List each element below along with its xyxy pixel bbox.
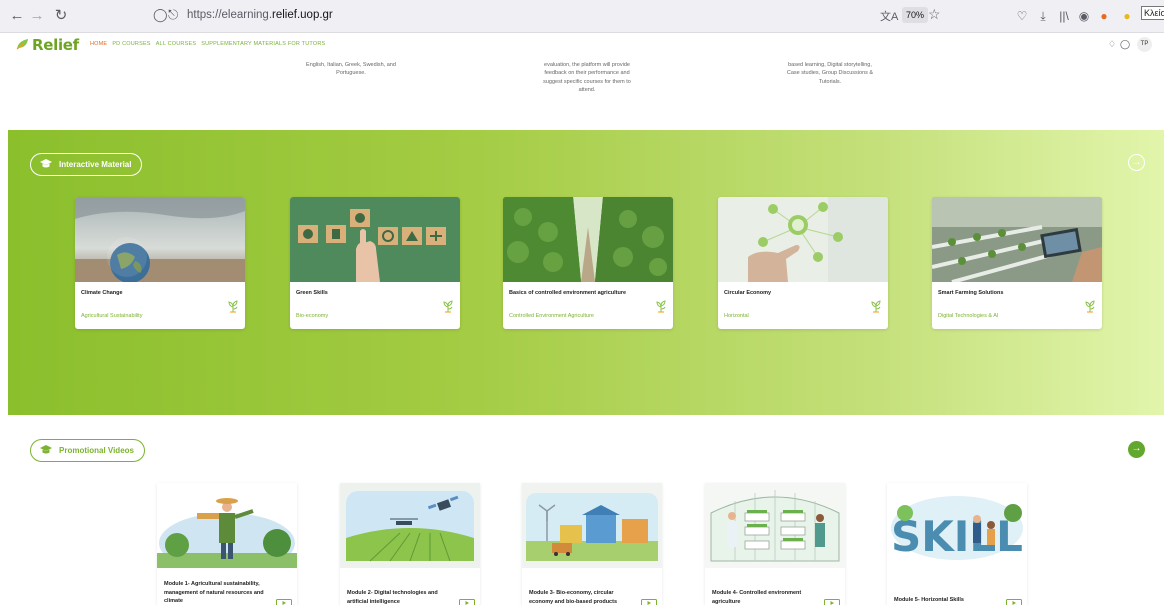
video-thumbnail <box>157 483 297 568</box>
card-category: Digital Technologies & AI <box>938 313 999 319</box>
nav-home[interactable]: HOME <box>90 41 107 47</box>
back-arrow-icon[interactable]: ← <box>8 7 26 25</box>
library-icon[interactable]: ||\ <box>1055 7 1073 25</box>
star-icon[interactable]: ☆ <box>928 6 941 23</box>
card-image-greenhouse <box>503 197 673 282</box>
lock-icon[interactable]: ⎋ <box>168 7 178 23</box>
video-thumbnail <box>522 483 662 568</box>
card-category: Bio-economy <box>296 313 329 319</box>
plant-icon <box>443 300 453 313</box>
video-play-icon[interactable] <box>1006 599 1022 605</box>
pocket-icon[interactable]: ♡ <box>1013 7 1031 25</box>
close-tooltip: Κλείσι <box>1141 6 1164 20</box>
video-thumbnail <box>340 483 480 568</box>
forward-arrow-icon[interactable]: → <box>28 7 46 25</box>
card-image-climate-change <box>75 197 245 282</box>
video-play-icon[interactable] <box>824 599 840 605</box>
card-category: Agricultural Sustainability <box>81 313 143 319</box>
feature-text: based learning, Digital storytelling, Ca… <box>786 62 874 85</box>
arrow-right-circle-icon[interactable]: → <box>1128 441 1145 458</box>
video-thumbnail: SKILL <box>887 483 1027 568</box>
interactive-material-section: Interactive Material → Climate Change Ag… <box>8 130 1164 415</box>
address-bar[interactable]: ◯ ⎋ https://elearning.relief.uop.gr <box>143 4 943 29</box>
card-title: Climate Change <box>81 290 123 296</box>
card-category: Horizontal <box>724 313 749 319</box>
card-title: Green Skills <box>296 290 328 296</box>
browser-toolbar: ← → ↻ ◯ ⎋ https://elearning.relief.uop.g… <box>0 0 1164 33</box>
course-card[interactable]: Green Skills Bio-economy <box>290 197 460 329</box>
graduation-cap-icon <box>40 445 52 454</box>
arrow-right-circle-icon[interactable]: → <box>1128 154 1145 171</box>
feature-text: English, Italian, Greek, Swedish, and Po… <box>306 62 396 77</box>
card-title: Basics of controlled environment agricul… <box>509 290 627 296</box>
video-title: Module 5- Horizontal Skills <box>894 597 964 603</box>
extension-icon[interactable]: ● <box>1095 7 1113 25</box>
interactive-material-heading[interactable]: Interactive Material <box>30 153 143 176</box>
avatar[interactable]: TP <box>1137 37 1152 52</box>
video-play-icon[interactable] <box>276 599 292 605</box>
extension-icon[interactable]: ● <box>1118 7 1136 25</box>
graduation-cap-icon <box>40 159 52 168</box>
translate-icon[interactable]: 文A <box>880 8 898 24</box>
shield-icon[interactable]: ◯ <box>153 7 168 23</box>
video-thumbnail <box>705 483 845 568</box>
nav-supplementary-materials[interactable]: SUPPLEMENTARY MATERIALS FOR TUTORS <box>201 41 325 47</box>
download-icon[interactable]: ⤓ <box>1034 7 1052 25</box>
video-card[interactable]: Module 1- Agricultural sustainability, m… <box>157 483 297 605</box>
site-header: Relief HOME PD COURSES ALL COURSES SUPPL… <box>0 33 1164 58</box>
plant-icon <box>228 300 238 313</box>
chat-icon[interactable]: ◯ <box>1120 39 1130 50</box>
video-title: Module 4- Controlled environment agricul… <box>712 590 802 605</box>
plant-icon <box>871 300 881 313</box>
main-nav: HOME PD COURSES ALL COURSES SUPPLEMENTAR… <box>90 41 325 47</box>
course-card[interactable]: Basics of controlled environment agricul… <box>503 197 673 329</box>
feature-text: evaluation, the platform will provide fe… <box>543 62 631 93</box>
video-title: Module 2- Digital technologies and artif… <box>347 590 438 605</box>
card-title: Smart Farming Solutions <box>938 290 1004 296</box>
card-image-circular-economy <box>718 197 888 282</box>
video-card[interactable]: Module 3- Bio-economy, circular economy … <box>522 483 662 605</box>
account-icon[interactable]: ◉ <box>1075 7 1093 25</box>
course-card[interactable]: Climate Change Agricultural Sustainabili… <box>75 197 245 329</box>
video-card[interactable]: SKILL Module 5- Horizontal Skills <box>887 483 1027 605</box>
bell-icon[interactable]: ♢ <box>1108 39 1116 50</box>
video-card[interactable]: Module 4- Controlled environment agricul… <box>705 483 845 605</box>
plant-icon <box>1085 300 1095 313</box>
card-title: Circular Economy <box>724 290 772 296</box>
promotional-videos-heading[interactable]: Promotional Videos <box>30 439 145 462</box>
nav-all-courses[interactable]: ALL COURSES <box>156 41 197 47</box>
plant-icon <box>656 300 666 313</box>
page: ← → ↻ ◯ ⎋ https://elearning.relief.uop.g… <box>0 0 1164 605</box>
video-title: Module 3- Bio-economy, circular economy … <box>529 590 618 605</box>
card-category: Controlled Environment Agriculture <box>509 313 594 319</box>
video-card[interactable]: Module 2- Digital technologies and artif… <box>340 483 480 605</box>
reload-icon[interactable]: ↻ <box>52 7 70 25</box>
url-text[interactable]: https://elearning.relief.uop.gr <box>187 9 333 21</box>
course-card[interactable]: Smart Farming Solutions Digital Technolo… <box>932 197 1102 329</box>
card-image-smart-farming <box>932 197 1102 282</box>
video-play-icon[interactable] <box>641 599 657 605</box>
logo-text: Relief <box>32 36 79 54</box>
video-title: Module 1- Agricultural sustainability, m… <box>164 581 264 604</box>
svg-text:SKILL: SKILL <box>891 512 1023 561</box>
card-image-green-skills <box>290 197 460 282</box>
video-play-icon[interactable] <box>459 599 475 605</box>
zoom-level[interactable]: 70% <box>902 7 928 23</box>
course-card[interactable]: Circular Economy Horizontal <box>718 197 888 329</box>
leaf-logo-icon <box>16 39 28 50</box>
nav-pd-courses[interactable]: PD COURSES <box>112 41 150 47</box>
